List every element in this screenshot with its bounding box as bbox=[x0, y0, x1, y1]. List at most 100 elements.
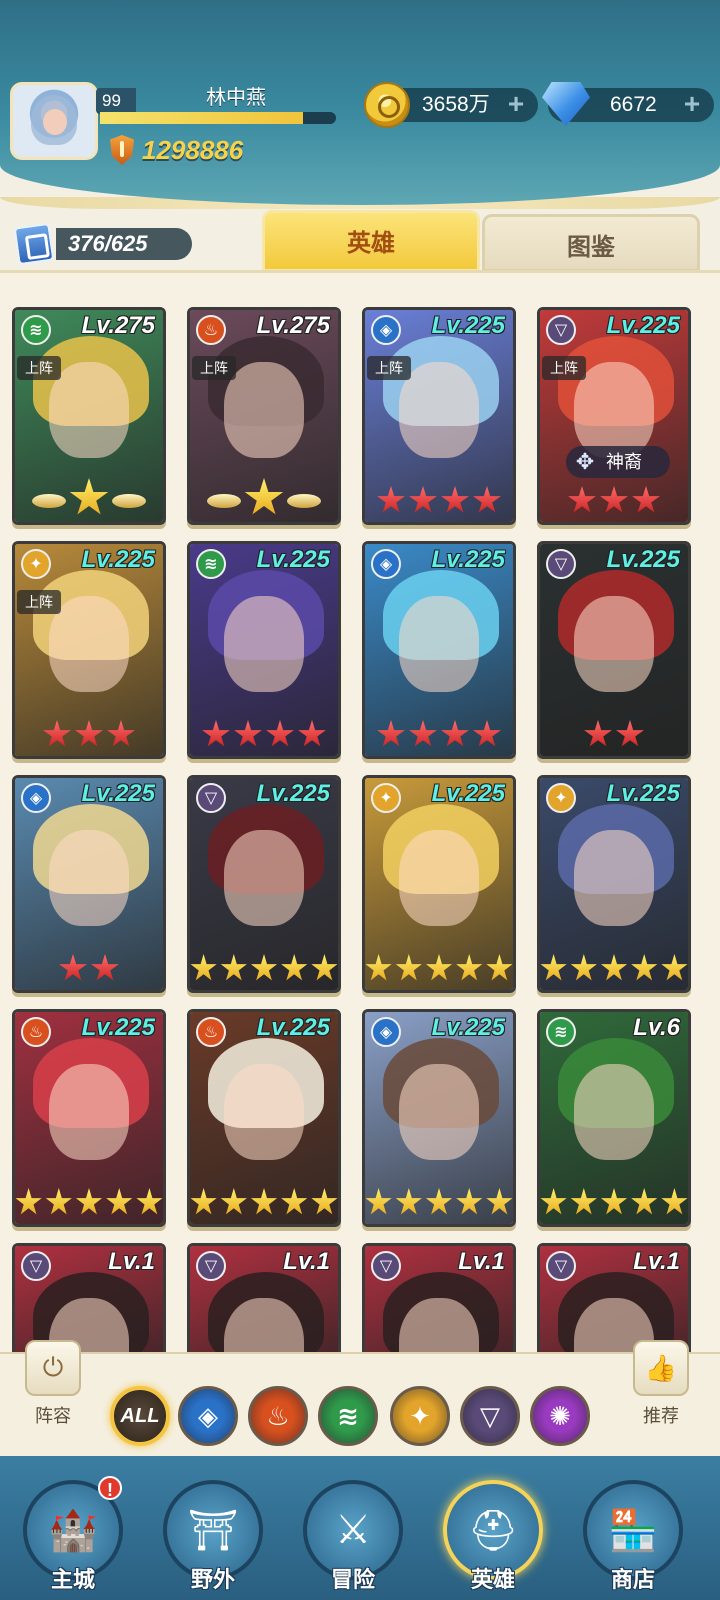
star-rating bbox=[365, 720, 513, 752]
nav-0[interactable]: 🏰 主城! bbox=[18, 1476, 128, 1600]
nav-label: 主城 bbox=[50, 1567, 95, 1592]
divine-emblem-icon: ✥ bbox=[575, 449, 595, 474]
exp-fill bbox=[100, 112, 303, 124]
dark-element-icon: ▽ bbox=[196, 1251, 226, 1281]
star-icon bbox=[377, 720, 405, 747]
star-rating bbox=[190, 1188, 338, 1220]
star-icon bbox=[568, 486, 596, 513]
star-icon bbox=[298, 720, 326, 747]
hero-card[interactable]: ▽ Lv.225 bbox=[187, 775, 341, 993]
light-element-icon: ✦ bbox=[546, 783, 576, 813]
hero-face bbox=[224, 830, 304, 926]
dark-element-icon: ▽ bbox=[196, 783, 226, 813]
star-icon bbox=[311, 1188, 338, 1215]
filter-arcane-button[interactable]: ✺ bbox=[530, 1386, 590, 1446]
star-icon bbox=[441, 720, 469, 747]
recommend-button[interactable]: 👍 推荐 bbox=[628, 1340, 694, 1428]
hero-card[interactable]: ◈ Lv.225 bbox=[362, 1009, 516, 1227]
filter-water-button[interactable]: ◈ bbox=[178, 1386, 238, 1446]
power-shield-icon bbox=[110, 135, 134, 165]
filter-light-button[interactable]: ✦ bbox=[390, 1386, 450, 1446]
hero-level: Lv.275 bbox=[81, 312, 155, 339]
hero-card[interactable]: ♨ Lv.225 bbox=[187, 1009, 341, 1227]
hero-card[interactable]: ✦ Lv.225 bbox=[537, 775, 691, 993]
hero-card[interactable]: ≋ Lv.6 bbox=[537, 1009, 691, 1227]
star-icon bbox=[631, 954, 658, 981]
filter-fire-button[interactable]: ♨ bbox=[248, 1386, 308, 1446]
star-icon bbox=[190, 954, 217, 981]
lineup-button[interactable]: ⏻ 阵容 bbox=[20, 1340, 86, 1428]
hero-card[interactable]: ≋ Lv.275 上阵 bbox=[12, 307, 166, 525]
star-rating bbox=[365, 1188, 513, 1220]
hero-card[interactable]: ◈ Lv.225 bbox=[12, 775, 166, 993]
lineup-shield-icon: ⏻ bbox=[25, 1340, 81, 1396]
star-icon bbox=[107, 720, 135, 747]
nav-4[interactable]: 🏪 商店 bbox=[578, 1480, 688, 1600]
hero-card[interactable]: ✦ Lv.225 bbox=[362, 775, 516, 993]
hero-level: Lv.1 bbox=[458, 1248, 505, 1275]
player-avatar[interactable] bbox=[10, 82, 98, 160]
hero-card[interactable]: ◈ Lv.225 bbox=[362, 541, 516, 759]
filter-dark-button[interactable]: ▽ bbox=[460, 1386, 520, 1446]
hero-face bbox=[224, 362, 304, 458]
hero-level: Lv.225 bbox=[606, 312, 680, 339]
star-icon bbox=[91, 954, 119, 981]
hero-card[interactable]: ✦ Lv.225 上阵 bbox=[12, 541, 166, 759]
nav-1[interactable]: ⛩ 野外 bbox=[158, 1480, 268, 1600]
hero-card[interactable]: ≋ Lv.225 bbox=[187, 541, 341, 759]
star-icon bbox=[425, 1188, 453, 1215]
hero-level: Lv.1 bbox=[283, 1248, 330, 1275]
hero-face bbox=[574, 1064, 654, 1160]
add-gold-button[interactable]: + bbox=[504, 90, 528, 118]
avatar-face bbox=[43, 109, 67, 135]
star-rating bbox=[540, 954, 688, 986]
gold-resource: 3658万 + bbox=[364, 82, 538, 128]
star-wing-right bbox=[112, 494, 146, 508]
hero-card[interactable]: ▽ Lv.225 bbox=[537, 541, 691, 759]
fire-element-icon: ♨ bbox=[196, 1017, 226, 1047]
hero-face bbox=[49, 1064, 129, 1160]
hero-level: Lv.1 bbox=[633, 1248, 680, 1275]
hero-collection-count: 376/625 bbox=[13, 222, 194, 266]
player-name: 林中燕 bbox=[206, 87, 266, 109]
tab-heroes[interactable]: 英雄 bbox=[262, 210, 480, 272]
star-rating bbox=[15, 478, 163, 518]
tab-codex[interactable]: 图鉴 bbox=[482, 214, 700, 272]
gold-amount: 3658万 bbox=[422, 93, 490, 116]
filter-all-button[interactable]: ALL bbox=[110, 1386, 170, 1446]
hero-face bbox=[574, 596, 654, 692]
hero-face bbox=[399, 362, 479, 458]
gem-resource: 6672 + bbox=[542, 82, 714, 126]
star-icon bbox=[59, 954, 87, 981]
star-icon bbox=[540, 1188, 567, 1215]
hero-card[interactable]: ♨ Lv.225 bbox=[12, 1009, 166, 1227]
wind-element-icon: ≋ bbox=[546, 1017, 576, 1047]
hero-level: Lv.225 bbox=[606, 780, 680, 807]
star-icon bbox=[473, 720, 501, 747]
star-rating bbox=[15, 1188, 163, 1220]
nav-2[interactable]: ⚔ 冒险 bbox=[298, 1480, 408, 1600]
nav-3[interactable]: ⛑ 英雄 bbox=[438, 1480, 548, 1600]
hero-card[interactable]: ▽ Lv.1 bbox=[362, 1243, 516, 1363]
hero-level: Lv.275 bbox=[256, 312, 330, 339]
hero-face bbox=[399, 1064, 479, 1160]
star-rating bbox=[540, 486, 688, 518]
filter-wind-button[interactable]: ≋ bbox=[318, 1386, 378, 1446]
add-gems-button[interactable]: + bbox=[680, 90, 704, 118]
thumbs-up-icon: 👍 bbox=[633, 1340, 689, 1396]
hero-face bbox=[574, 830, 654, 926]
hero-card[interactable]: ▽ Lv.1 bbox=[187, 1243, 341, 1363]
hero-card[interactable]: ▽ Lv.225 上阵 ✥ 神裔 bbox=[537, 307, 691, 525]
hero-level: Lv.225 bbox=[431, 546, 505, 573]
hero-face bbox=[224, 596, 304, 692]
star-rating bbox=[190, 478, 338, 518]
star-icon bbox=[441, 486, 469, 513]
light-element-icon: ✦ bbox=[371, 783, 401, 813]
hero-face bbox=[49, 362, 129, 458]
star-icon bbox=[365, 1188, 392, 1215]
hero-card[interactable]: ♨ Lv.275 上阵 bbox=[187, 307, 341, 525]
star-icon bbox=[75, 1188, 103, 1215]
hero-level: Lv.225 bbox=[81, 1014, 155, 1041]
hero-card[interactable]: ◈ Lv.225 上阵 bbox=[362, 307, 516, 525]
star-icon bbox=[45, 1188, 72, 1215]
